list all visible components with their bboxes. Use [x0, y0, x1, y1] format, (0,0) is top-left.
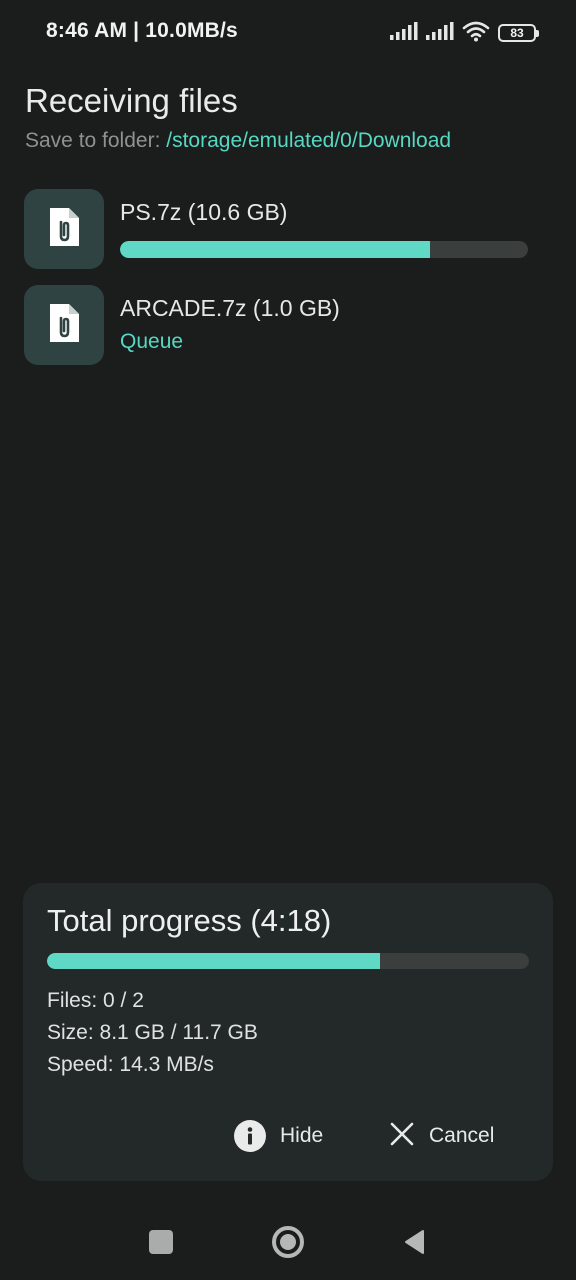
signal-icon — [426, 21, 454, 45]
battery-level: 83 — [510, 26, 524, 40]
status-time-speed: 8:46 AM | 10.0MB/s — [46, 19, 238, 42]
file-progress-bar — [120, 241, 528, 258]
hide-button-label: Hide — [280, 1124, 324, 1147]
hide-button[interactable]: Hide — [234, 1115, 323, 1157]
home-icon-dot — [280, 1234, 296, 1250]
cancel-button-label: Cancel — [429, 1124, 495, 1147]
close-icon — [389, 1121, 415, 1152]
cancel-button[interactable]: Cancel — [389, 1115, 494, 1157]
total-progress-fill — [47, 953, 380, 969]
signal-icon — [390, 21, 418, 45]
total-progress-bar — [47, 953, 529, 969]
page-title: Receiving files — [25, 82, 238, 119]
save-folder-path[interactable]: /storage/emulated/0/Download — [166, 129, 451, 152]
files-count: Files: 0 / 2 — [47, 989, 144, 1012]
home-icon[interactable] — [272, 1226, 304, 1258]
recents-icon[interactable] — [149, 1230, 173, 1254]
info-icon — [234, 1120, 266, 1152]
file-row[interactable]: PS.7z (10.6 GB) — [24, 189, 552, 269]
file-attachment-icon — [46, 302, 82, 349]
status-icons: 83 — [390, 20, 539, 47]
file-icon-box — [24, 285, 104, 365]
size-stat: Size: 8.1 GB / 11.7 GB — [47, 1021, 258, 1044]
wifi-icon — [462, 20, 490, 47]
total-progress-title: Total progress (4:18) — [47, 903, 332, 938]
save-folder-line: Save to folder: /storage/emulated/0/Down… — [25, 129, 451, 153]
back-icon[interactable] — [403, 1229, 425, 1260]
navigation-bar — [0, 1200, 576, 1280]
file-name: ARCADE.7z (1.0 GB) — [120, 295, 340, 321]
file-attachment-icon — [46, 206, 82, 253]
file-status: Queue — [120, 330, 184, 353]
battery-icon: 83 — [498, 24, 539, 42]
file-icon-box — [24, 189, 104, 269]
status-bar: 8:46 AM | 10.0MB/s 83 — [0, 0, 576, 64]
file-row[interactable]: ARCADE.7z (1.0 GB) Queue — [24, 285, 552, 365]
speed-stat: Speed: 14.3 MB/s — [47, 1053, 214, 1076]
file-name: PS.7z (10.6 GB) — [120, 199, 288, 225]
total-progress-card: Total progress (4:18) Files: 0 / 2 Size:… — [23, 883, 553, 1181]
save-folder-label: Save to folder: — [25, 129, 167, 152]
file-progress-fill — [120, 241, 431, 258]
